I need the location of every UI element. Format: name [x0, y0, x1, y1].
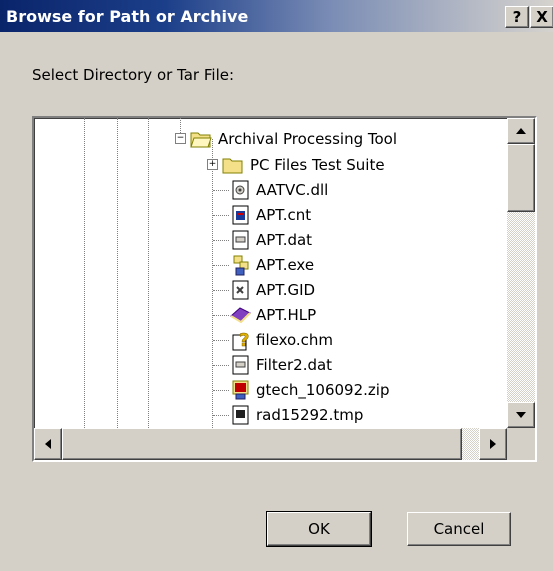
executable-file-icon — [230, 254, 252, 276]
tree-item-label: APT.cnt — [256, 206, 312, 224]
tree-connector — [213, 290, 229, 291]
tree-item-pc-files-test-suite[interactable]: + PC Files Test Suite — [207, 154, 502, 176]
prompt-label: Select Directory or Tar File: — [32, 66, 235, 84]
arrow-left-icon — [45, 439, 51, 449]
generic-file-icon — [230, 229, 252, 251]
tree-item-label: APT.HLP — [256, 306, 317, 324]
tree-item-filter2-dat[interactable]: Filter2.dat — [230, 354, 500, 376]
cancel-button[interactable]: Cancel — [407, 512, 511, 546]
tree-item-label: Archival Processing Tool — [218, 130, 398, 148]
tree-connector — [213, 390, 229, 391]
folder-icon — [222, 154, 244, 176]
scroll-thumb[interactable] — [507, 144, 535, 212]
tree-connector — [213, 415, 229, 416]
tree-item-label: AATVC.dll — [256, 181, 329, 199]
tree-item-label: PC Files Test Suite — [250, 156, 385, 174]
tmp-file-icon — [230, 404, 252, 426]
horizontal-scrollbar[interactable] — [34, 428, 507, 460]
tree-item-apt-cnt[interactable]: APT.cnt — [230, 204, 500, 226]
tree-connector — [213, 315, 229, 316]
gid-file-icon — [230, 279, 252, 301]
title-bar[interactable]: Browse for Path or Archive ? X — [0, 0, 553, 32]
tree-connector — [213, 215, 229, 216]
help-book-icon — [230, 304, 252, 326]
scroll-up-button[interactable] — [507, 118, 535, 144]
tree-item-apt-exe[interactable]: APT.exe — [230, 254, 500, 276]
tree-guide-line — [84, 118, 85, 428]
tree-item-label: Filter2.dat — [256, 356, 333, 374]
scroll-thumb-horizontal[interactable] — [62, 428, 462, 460]
dialog-title: Browse for Path or Archive — [6, 7, 249, 26]
tree-guide-line — [212, 139, 213, 428]
scrollbar-corner — [507, 428, 535, 460]
arrow-down-icon — [516, 412, 526, 418]
collapse-icon[interactable]: − — [175, 133, 186, 144]
tree-connector — [213, 365, 229, 366]
tree-connector — [213, 340, 229, 341]
tree-connector — [213, 190, 229, 191]
scroll-left-button[interactable] — [34, 428, 62, 460]
tree-item-rad15292-tmp[interactable]: rad15292.tmp — [230, 404, 500, 426]
zip-archive-icon — [230, 379, 252, 401]
open-folder-icon — [190, 128, 212, 150]
tree-item-aatvc-dll[interactable]: AATVC.dll — [230, 179, 500, 201]
close-button[interactable]: X — [530, 6, 553, 28]
tree-item-label: APT.exe — [256, 256, 315, 274]
scroll-down-button[interactable] — [507, 402, 535, 428]
arrow-up-icon — [516, 128, 526, 134]
help-contents-file-icon — [230, 204, 252, 226]
chm-help-file-icon: ? — [230, 329, 252, 351]
tree-item-label: APT.dat — [256, 231, 313, 249]
tree-item-archival-processing-tool[interactable]: − Archival Processing Tool — [175, 128, 500, 150]
tree-item-apt-gid[interactable]: APT.GID — [230, 279, 500, 301]
vertical-scrollbar[interactable] — [507, 118, 535, 428]
tree-connector — [213, 240, 229, 241]
generic-file-icon — [230, 354, 252, 376]
folder-tree[interactable]: − Archival Processing Tool + PC Files Te… — [32, 116, 537, 462]
tree-connector — [213, 265, 229, 266]
svg-text:?: ? — [239, 330, 249, 351]
tree-guide-line — [117, 118, 118, 428]
expand-icon[interactable]: + — [207, 159, 218, 170]
tree-item-label: APT.GID — [256, 281, 316, 299]
tree-item-apt-hlp[interactable]: APT.HLP — [230, 304, 500, 326]
tree-guide-line — [148, 118, 149, 428]
tree-item-apt-dat[interactable]: APT.dat — [230, 229, 500, 251]
help-button[interactable]: ? — [505, 6, 529, 28]
tree-item-filexo-chm[interactable]: ? filexo.chm — [230, 329, 500, 351]
ok-button[interactable]: OK — [266, 511, 372, 547]
dll-file-icon — [230, 179, 252, 201]
tree-item-label: gtech_106092.zip — [256, 381, 390, 399]
scroll-right-button[interactable] — [479, 428, 507, 460]
arrow-right-icon — [490, 439, 496, 449]
tree-item-label: rad15292.tmp — [256, 406, 364, 424]
tree-item-gtech-zip[interactable]: gtech_106092.zip — [230, 379, 500, 401]
tree-item-label: filexo.chm — [256, 331, 334, 349]
